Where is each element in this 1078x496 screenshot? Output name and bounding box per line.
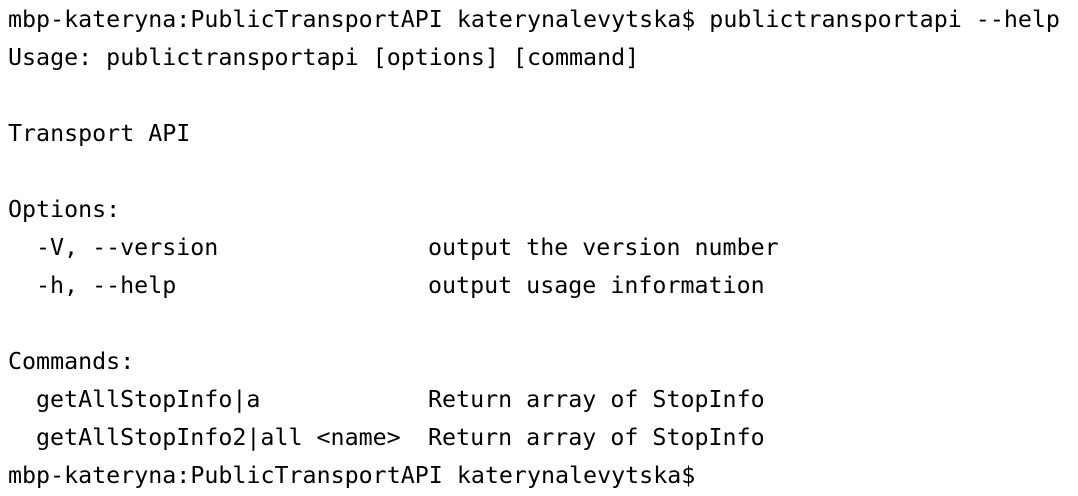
option-version-description: output the version number (428, 234, 779, 261)
command-getallstopinfo-description: Return array of StopInfo (428, 386, 765, 413)
option-help-description: output usage information (428, 272, 765, 299)
option-version-flag: -V, --version (36, 234, 219, 261)
command-getallstopinfo-name: getAllStopInfo|a (36, 386, 261, 413)
prompt-line: mbp-kateryna:PublicTransportAPI kateryna… (8, 462, 696, 489)
options-header: Options: (8, 196, 121, 223)
command-getallstopinfo2-name: getAllStopInfo2|all <name> (36, 424, 401, 451)
description-line: Transport API (8, 120, 191, 147)
usage-line: Usage: publictransportapi [options] [com… (8, 44, 640, 71)
terminal-window[interactable]: mbp-kateryna:PublicTransportAPI kateryna… (0, 0, 1078, 496)
prompt-command-line: mbp-kateryna:PublicTransportAPI kateryna… (8, 6, 1060, 33)
commands-header: Commands: (8, 348, 135, 375)
command-getallstopinfo2-description: Return array of StopInfo (428, 424, 765, 451)
option-help-flag: -h, --help (36, 272, 177, 299)
